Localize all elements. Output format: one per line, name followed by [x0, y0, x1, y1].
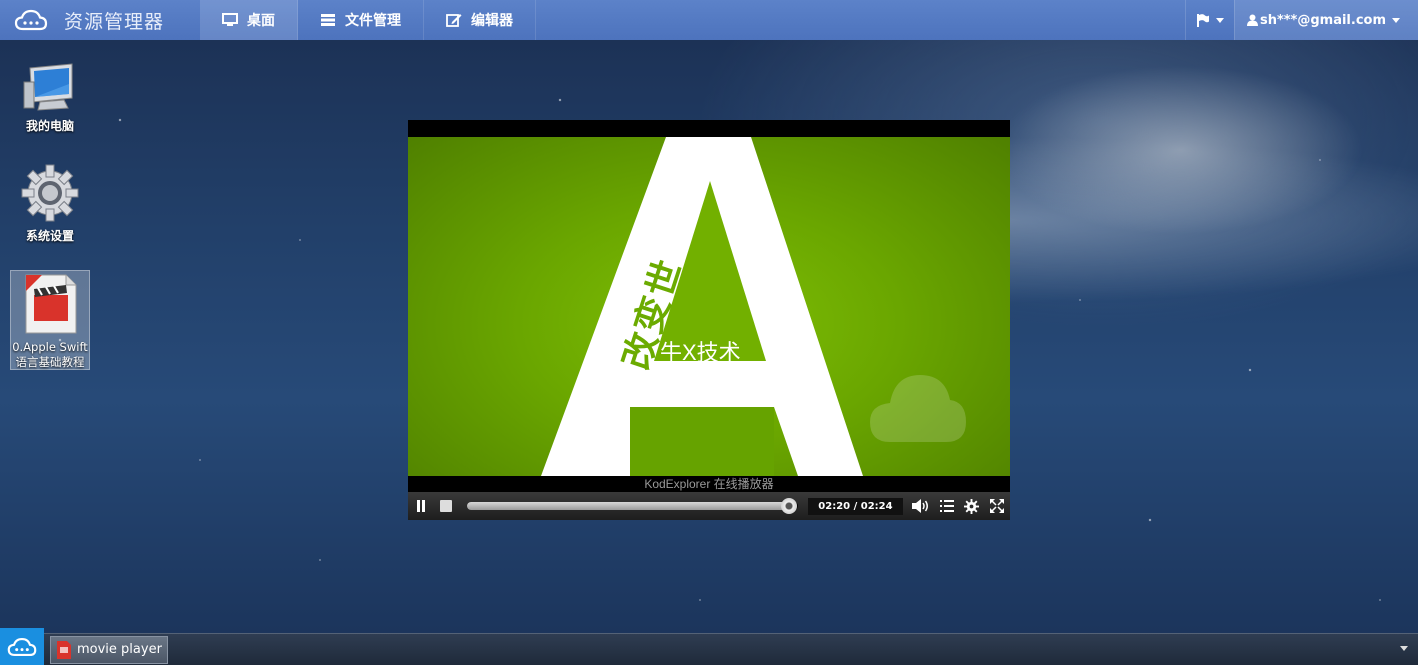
edit-icon [446, 14, 462, 27]
tab-file-manager-label: 文件管理 [345, 13, 401, 29]
stop-button[interactable] [433, 492, 458, 520]
fullscreen-button[interactable] [985, 492, 1010, 520]
user-menu-button[interactable]: sh***@gmail.com [1233, 0, 1418, 40]
desktop-icon-label: 0.Apple Swift语言基础教程 [12, 340, 88, 369]
monitor-icon [222, 13, 238, 26]
tab-editor-label: 编辑器 [471, 13, 513, 29]
taskbar-item-label: movie player [77, 642, 162, 657]
seek-bar-handle[interactable] [781, 498, 797, 514]
time-display: 02:20 / 02:24 [808, 497, 903, 515]
desktop-icon-label: 系统设置 [25, 229, 74, 243]
fullscreen-icon [990, 499, 1005, 513]
player-controls: 02:20 / 02:24 [408, 492, 1010, 520]
chevron-down-icon[interactable] [1400, 646, 1408, 651]
start-button[interactable] [0, 627, 44, 665]
brand[interactable]: 资源管理器 [0, 0, 200, 40]
video-subtitle-text: 牛X技术 [660, 340, 741, 365]
pause-icon [416, 500, 425, 512]
taskbar: movie player [0, 627, 1418, 665]
stop-icon [440, 500, 453, 512]
desktop-icon-my-computer[interactable]: 我的电脑 [10, 62, 90, 134]
settings-button[interactable] [959, 492, 984, 520]
video-frame[interactable]: 改变世 牛X技术 [408, 137, 1010, 476]
desktop-icon-label: 我的电脑 [25, 119, 74, 133]
chevron-down-icon [1392, 17, 1400, 23]
desktop-icon-swift-video[interactable]: 0.Apple Swift语言基础教程 [10, 270, 90, 370]
language-button[interactable] [1184, 0, 1234, 40]
cloud-logo-icon [7, 637, 37, 656]
seek-bar-fill [466, 502, 789, 510]
tab-desktop-label: 桌面 [247, 13, 275, 29]
volume-button[interactable] [909, 492, 934, 520]
user-email: sh***@gmail.com [1259, 12, 1386, 28]
tab-desktop[interactable]: 桌面 [200, 0, 298, 40]
tab-file-manager[interactable]: 文件管理 [298, 0, 424, 40]
seek-bar[interactable] [466, 498, 799, 514]
taskbar-item-movie-player[interactable]: movie player [50, 635, 168, 664]
pause-button[interactable] [408, 492, 433, 520]
playlist-button[interactable] [934, 492, 959, 520]
cloud-logo-icon [14, 9, 48, 31]
flag-icon [1196, 13, 1209, 27]
player-caption: KodExplorer 在线播放器 [644, 477, 774, 491]
movie-player-window[interactable]: 改变世 牛X技术 KodExplorer 在线播放器 02:20 / 02:24 [408, 120, 1010, 520]
file-list-icon [321, 14, 335, 26]
computer-icon [23, 63, 73, 111]
gear-icon [964, 498, 980, 514]
video-graphic [541, 137, 966, 476]
playlist-icon [939, 500, 954, 512]
volume-icon [912, 499, 929, 513]
chevron-down-icon [1215, 17, 1224, 23]
desktop-icon-system-settings[interactable]: 系统设置 [10, 162, 90, 244]
top-navbar: 资源管理器 桌面 文件管理 编辑器 sh***@gmail.com [0, 0, 1418, 40]
app-title: 资源管理器 [64, 10, 165, 33]
video-file-icon [25, 274, 77, 334]
tab-editor[interactable]: 编辑器 [424, 0, 536, 40]
user-icon [1246, 14, 1258, 26]
video-file-icon [57, 640, 71, 659]
gear-icon [21, 164, 79, 222]
